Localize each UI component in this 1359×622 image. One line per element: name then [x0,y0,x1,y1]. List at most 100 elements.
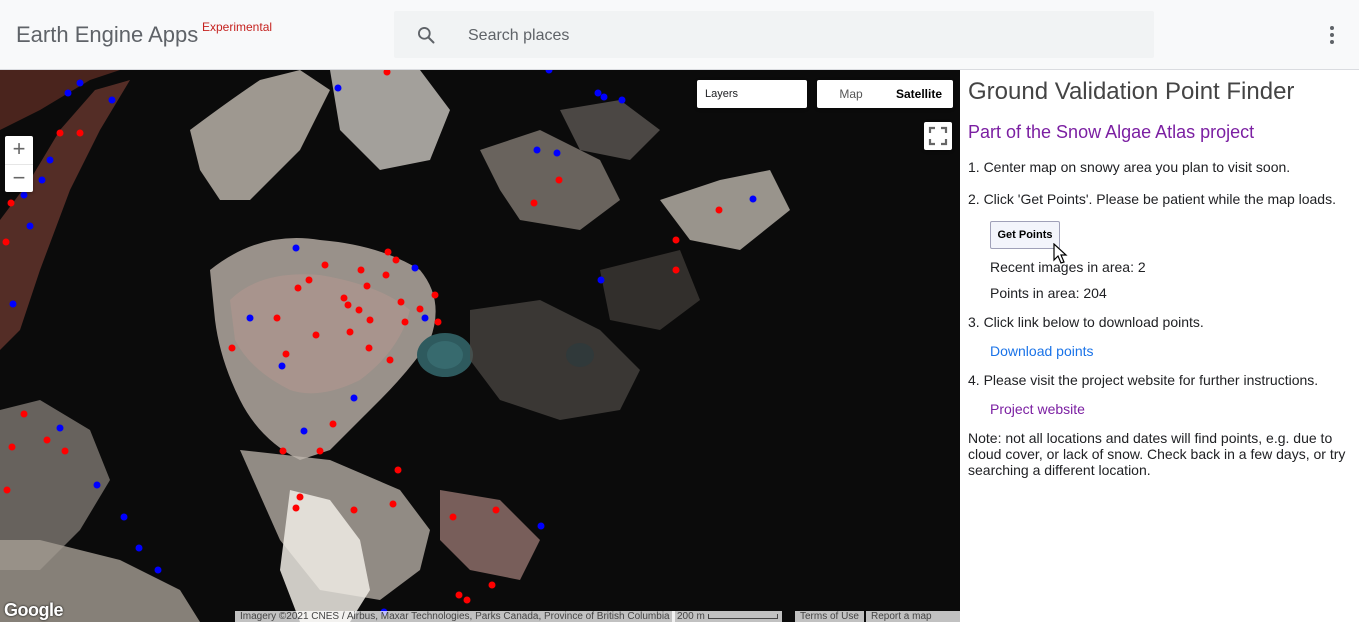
get-points-button[interactable]: Get Points [990,221,1060,249]
blue-sample-point [594,89,602,97]
red-sample-point [492,506,500,514]
google-logo: Google [4,600,64,620]
red-sample-point [344,301,352,309]
red-sample-point [346,328,354,336]
panel-title: Ground Validation Point Finder [968,78,1295,105]
blue-sample-point [545,70,553,74]
blue-sample-point [154,566,162,574]
red-sample-point [488,581,496,589]
red-sample-point [76,129,84,137]
search-box[interactable] [394,11,1154,60]
red-sample-point [434,318,442,326]
scale-bar[interactable]: 200 m [672,611,782,622]
red-sample-point [394,466,402,474]
blue-sample-point [292,244,300,252]
red-sample-point [672,266,680,274]
project-website-link[interactable]: Project website [990,401,1085,417]
side-panel: Ground Validation Point Finder Part of t… [960,70,1359,622]
report-map-error-link[interactable]: Report a map error [866,611,960,622]
red-sample-point [294,284,302,292]
blue-sample-point [278,362,286,370]
map-type-map-button[interactable]: Map [817,80,885,108]
blue-sample-point [46,156,54,164]
red-sample-point [8,443,16,451]
blue-sample-point [334,84,342,92]
red-sample-point [279,447,287,455]
fullscreen-button[interactable] [924,122,952,150]
red-sample-point [449,513,457,521]
terms-of-use-link[interactable]: Terms of Use [795,611,864,622]
red-sample-point [530,199,538,207]
red-sample-point [363,282,371,290]
red-sample-point [2,238,10,246]
red-sample-point [416,305,424,313]
red-sample-point [329,420,337,428]
imagery-attribution: Imagery ©2021 CNES / Airbus, Maxar Techn… [235,611,675,622]
step-1-text: 1. Center map on snowy area you plan to … [968,159,1291,175]
red-sample-point [357,266,365,274]
blue-sample-point [618,96,626,104]
red-sample-point [382,271,390,279]
red-sample-point [56,129,64,137]
red-sample-point [386,356,394,364]
red-sample-point [365,344,373,352]
red-sample-point [384,248,392,256]
red-sample-point [312,331,320,339]
search-input[interactable] [466,11,1140,60]
blue-sample-point [537,522,545,530]
step-3-text: 3. Click link below to download points. [968,314,1204,330]
map-type-control: Map Satellite [817,80,953,108]
red-sample-point [20,410,28,418]
red-sample-point [401,318,409,326]
blue-sample-point [749,195,757,203]
red-sample-point [321,261,329,269]
red-sample-point [7,199,15,207]
red-sample-point [392,256,400,264]
red-sample-point [431,291,439,299]
blue-sample-point [108,96,116,104]
blue-sample-point [597,276,605,284]
download-points-link[interactable]: Download points [990,343,1094,359]
red-sample-point [316,447,324,455]
zoom-control: + − [5,136,33,192]
search-icon[interactable] [416,25,436,45]
app-brand[interactable]: Earth Engine Apps [16,22,198,48]
step-2-text: 2. Click 'Get Points'. Please be patient… [968,191,1336,207]
blue-sample-point [300,427,308,435]
red-sample-point [463,596,471,604]
blue-sample-point [533,146,541,154]
red-sample-point [383,70,391,76]
red-sample-point [672,236,680,244]
red-sample-point [397,298,405,306]
red-sample-point [715,206,723,214]
red-sample-point [455,591,463,599]
red-sample-point [340,294,348,302]
zoom-out-button[interactable]: − [5,164,33,193]
panel-subtitle: Part of the Snow Algae Atlas project [968,122,1255,142]
zoom-in-button[interactable]: + [5,136,33,164]
red-sample-point [555,176,563,184]
blue-sample-point [9,300,17,308]
blue-sample-point [246,314,254,322]
red-sample-point [292,504,300,512]
red-sample-point [350,506,358,514]
red-sample-point [282,350,290,358]
layers-dropdown[interactable]: Layers [697,80,807,108]
blue-sample-point [350,394,358,402]
more-options-icon[interactable] [1322,23,1342,47]
red-sample-point [228,344,236,352]
experimental-tag: Experimental [202,20,273,34]
blue-sample-point [120,513,128,521]
red-sample-point [43,436,51,444]
blue-sample-point [135,544,143,552]
red-sample-point [366,316,374,324]
scale-indicator [708,614,778,619]
blue-sample-point [421,314,429,322]
map-view[interactable]: + − Layers Map Satellite Google Imagery … [0,70,960,622]
red-sample-point [355,306,363,314]
map-type-satellite-button[interactable]: Satellite [885,80,953,108]
top-bar: Earth Engine Apps Experimental [0,0,1359,70]
red-sample-point [273,314,281,322]
red-sample-point [296,493,304,501]
points-in-area-count: Points in area: 204 [990,285,1107,301]
